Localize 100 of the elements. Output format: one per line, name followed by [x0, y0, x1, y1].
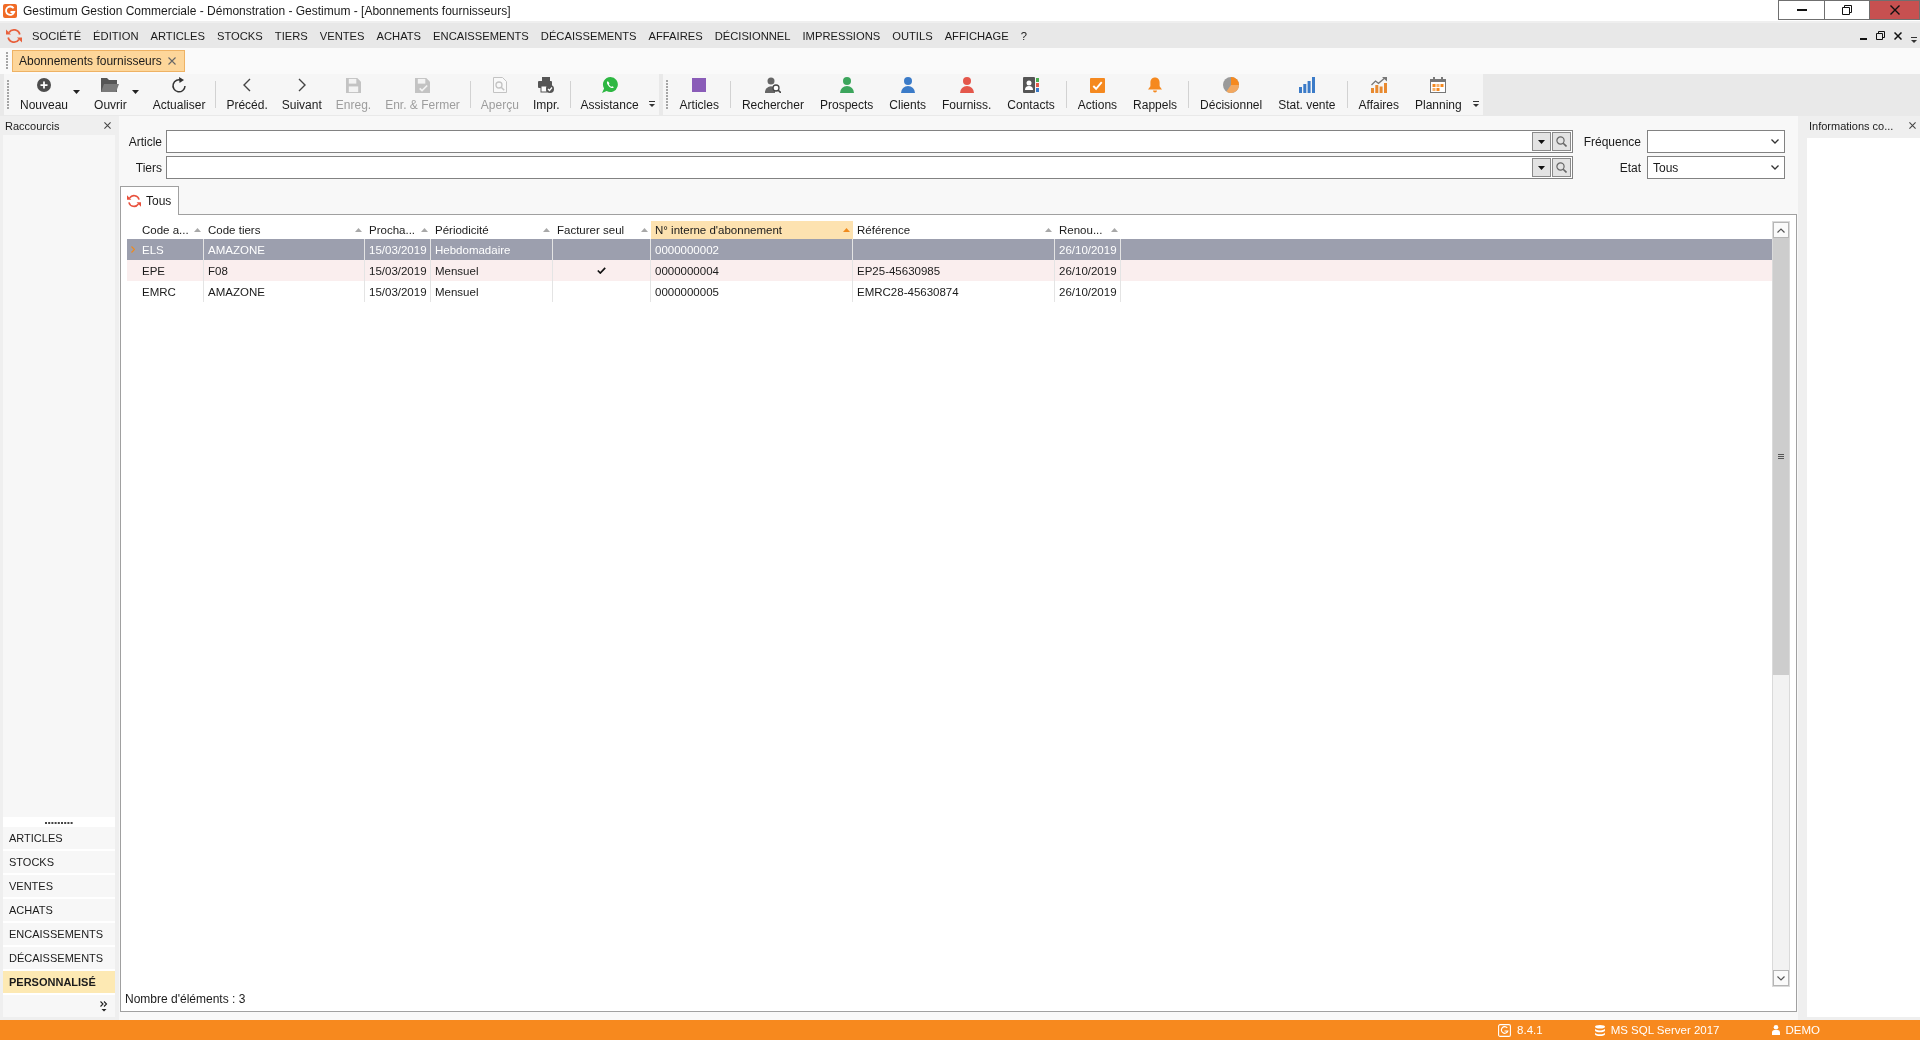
table-cell: 15/03/2019: [365, 260, 431, 281]
dropdown-button[interactable]: [1532, 132, 1551, 151]
restore-icon[interactable]: [1876, 31, 1885, 40]
search-button[interactable]: [1552, 132, 1571, 151]
toolbar-button[interactable]: Assistance: [573, 74, 646, 115]
panel-title: Raccourcis: [5, 119, 60, 132]
column-header[interactable]: Procha...: [365, 221, 431, 239]
menu-item[interactable]: ÉDITION: [87, 29, 145, 42]
sort-arrow-icon: [1045, 228, 1052, 232]
menu-item[interactable]: SOCIÉTÉ: [26, 29, 88, 42]
toolbar-button[interactable]: Nouveau: [13, 74, 88, 115]
table-row[interactable]: EMRC AMAZONE 15/03/2019 Mensuel 0000000005 EMRC28-45630874 26/10/2019: [127, 281, 1772, 302]
menu-item[interactable]: AFFICHAGE: [938, 29, 1015, 42]
column-header[interactable]: Code a...: [138, 221, 204, 239]
restore-button[interactable]: [1825, 0, 1870, 20]
overflow-icon[interactable]: [1472, 101, 1479, 107]
toolbar-button[interactable]: Articles: [671, 74, 727, 115]
column-header[interactable]: Facturer seul: [553, 221, 651, 239]
scrollbar-thumb[interactable]: [1773, 238, 1789, 675]
toolbar-button[interactable]: Ouvrir: [87, 74, 146, 115]
select-field[interactable]: [1647, 130, 1785, 153]
column-header[interactable]: Code tiers: [204, 221, 365, 239]
menu-item[interactable]: IMPRESSIONS: [796, 29, 887, 42]
scroll-down-button[interactable]: [1773, 970, 1789, 986]
toolbar-button[interactable]: Précéd.: [219, 74, 275, 115]
column-header[interactable]: Référence: [853, 221, 1055, 239]
toolbar-button[interactable]: Impr.: [525, 74, 567, 115]
document-tab[interactable]: Abonnements fournisseurs: [12, 50, 185, 72]
menu-item[interactable]: ?: [1014, 29, 1033, 42]
field-label: Fréquence: [1582, 134, 1641, 149]
drag-handle-icon[interactable]: [665, 80, 668, 109]
caret-icon[interactable]: [73, 89, 81, 94]
caret-icon: [1538, 165, 1545, 170]
toolbar-button[interactable]: Planning: [1407, 74, 1470, 115]
scroll-up-button[interactable]: [1773, 222, 1789, 238]
column-header[interactable]: Renou...: [1055, 221, 1121, 239]
toolbar-button[interactable]: Fourniss.: [934, 74, 1000, 115]
menu-item[interactable]: VENTES: [313, 29, 371, 42]
shortcut-item[interactable]: ACHATS: [3, 897, 115, 921]
menu-item[interactable]: OUTILS: [886, 29, 939, 42]
overflow-icon[interactable]: [648, 101, 655, 107]
table-row[interactable]: EPE F08 15/03/2019 Mensuel 0000000004 EP25-45630985 26/10/2019: [127, 260, 1772, 281]
search-button[interactable]: [1552, 158, 1571, 177]
view-tab[interactable]: Tous: [120, 186, 180, 215]
minimize-button[interactable]: [1778, 0, 1825, 20]
splitter-handle[interactable]: [3, 817, 115, 825]
menu-item[interactable]: DÉCAISSEMENTS: [534, 29, 643, 42]
minimize-icon[interactable]: [1860, 37, 1867, 40]
shortcut-item[interactable]: PERSONNALISÉ: [3, 969, 115, 993]
double-chevron-icon[interactable]: [100, 1000, 108, 1012]
close-icon[interactable]: [1909, 122, 1916, 129]
toolbar-button[interactable]: Contacts: [999, 74, 1063, 115]
lookup-field[interactable]: [166, 130, 1573, 153]
toolbar-button[interactable]: Actualiser: [145, 74, 213, 115]
column-header[interactable]: N° interne d'abonnement: [651, 221, 853, 239]
shortcut-item[interactable]: STOCKS: [3, 849, 115, 873]
table-cell: AMAZONE: [204, 281, 365, 302]
toolbar-button[interactable]: Prospects: [811, 74, 882, 115]
toolbar-button[interactable]: Décisionnel: [1192, 74, 1271, 115]
menu-item[interactable]: STOCKS: [211, 29, 269, 42]
menu-item[interactable]: ACHATS: [370, 29, 428, 42]
toolbar-button[interactable]: Rechercher: [733, 74, 812, 115]
lookup-field[interactable]: [166, 156, 1573, 179]
table-cell: EMRC: [138, 281, 204, 302]
toolbar-button[interactable]: Stat. vente: [1270, 74, 1344, 115]
field-label: Article: [127, 134, 162, 149]
shortcut-item[interactable]: DÉCAISSEMENTS: [3, 945, 115, 969]
drag-handle-icon[interactable]: [7, 80, 9, 109]
menu-item[interactable]: AFFAIRES: [642, 29, 709, 42]
toolbar-button[interactable]: Clients: [881, 74, 934, 115]
chevron-down-icon: [1771, 139, 1779, 144]
database-icon: [1594, 1024, 1605, 1036]
caret-icon: [1538, 139, 1545, 144]
select-field[interactable]: Tous: [1647, 156, 1785, 179]
column-header[interactable]: Périodicité: [431, 221, 553, 239]
toolbar-button[interactable]: Affaires: [1350, 74, 1407, 115]
shortcut-item[interactable]: ENCAISSEMENTS: [3, 921, 115, 945]
scrollbar-track[interactable]: [1772, 221, 1790, 987]
menu-item[interactable]: ENCAISSEMENTS: [427, 29, 535, 42]
toolbar-button[interactable]: Rappels: [1125, 74, 1186, 115]
sync-icon[interactable]: [6, 27, 22, 44]
menu-item[interactable]: TIERS: [268, 29, 314, 42]
caret-icon[interactable]: [131, 89, 139, 94]
table-cell: 0000000004: [651, 260, 853, 281]
drag-handle-icon[interactable]: [6, 52, 8, 70]
table-cell: EMRC28-45630874: [853, 281, 1055, 302]
toolbar-button[interactable]: Actions: [1069, 74, 1126, 115]
shortcut-item[interactable]: ARTICLES: [3, 825, 115, 849]
person-icon: [900, 77, 915, 93]
close-icon[interactable]: [104, 122, 111, 129]
toolbar-button[interactable]: Suivant: [274, 74, 329, 115]
chevron-left-icon: [243, 78, 252, 92]
app-logo-icon: [3, 3, 17, 18]
menu-item[interactable]: DÉCISIONNEL: [708, 29, 797, 42]
close-icon[interactable]: [1894, 31, 1902, 40]
sync-icon: [127, 194, 141, 208]
overflow-icon[interactable]: [1911, 36, 1917, 43]
dropdown-button[interactable]: [1532, 158, 1551, 177]
shortcut-item[interactable]: VENTES: [3, 873, 115, 897]
menu-item[interactable]: ARTICLES: [144, 29, 211, 42]
